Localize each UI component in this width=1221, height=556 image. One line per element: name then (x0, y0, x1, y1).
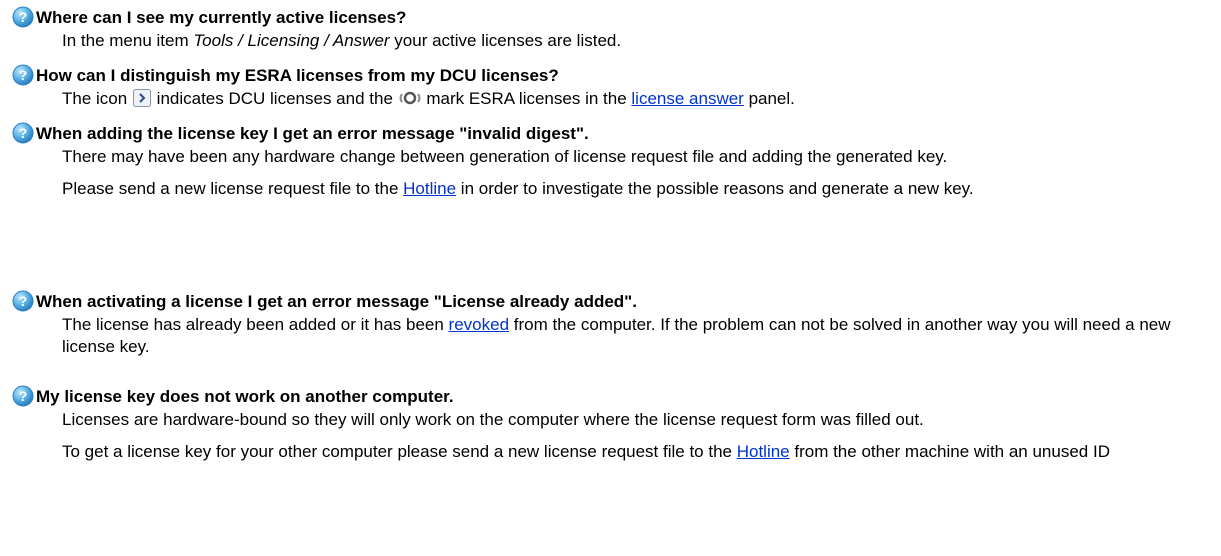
svg-text:?: ? (19, 388, 28, 404)
dcu-license-icon (132, 89, 151, 107)
svg-text:?: ? (19, 67, 28, 83)
help-question-icon: ? (12, 6, 34, 28)
question-row: ? My license key does not work on anothe… (0, 385, 1221, 409)
help-question-icon: ? (12, 290, 34, 312)
faq-item: ? How can I distinguish my ESRA licenses… (0, 64, 1221, 110)
answer-text: The icon indicates DCU licenses and the … (62, 89, 795, 108)
help-question-icon: ? (12, 64, 34, 86)
answer-text: Please send a new license request file t… (62, 179, 974, 198)
question-row: ? How can I distinguish my ESRA licenses… (0, 64, 1221, 88)
menu-path: Tools / Licensing / Answer (193, 31, 390, 50)
faq-item: ? When adding the license key I get an e… (0, 122, 1221, 200)
question-text: When adding the license key I get an err… (36, 124, 589, 143)
question-text: My license key does not work on another … (36, 387, 454, 406)
answer-text: In the menu item Tools / Licensing / Ans… (62, 31, 622, 50)
question-row: ? When adding the license key I get an e… (0, 122, 1221, 146)
svg-text:?: ? (19, 293, 28, 309)
faq-item: ? My license key does not work on anothe… (0, 385, 1221, 463)
question-row: ? Where can I see my currently active li… (0, 6, 1221, 30)
faq-item: ? When activating a license I get an err… (0, 290, 1221, 358)
help-question-icon: ? (12, 122, 34, 144)
question-row: ? When activating a license I get an err… (0, 290, 1221, 314)
answer-text: To get a license key for your other comp… (62, 442, 1110, 461)
answer-text: The license has already been added or it… (62, 315, 1171, 356)
revoked-link[interactable]: revoked (449, 315, 509, 334)
svg-text:?: ? (19, 9, 28, 25)
faq-item: ? Where can I see my currently active li… (0, 6, 1221, 52)
hotline-link[interactable]: Hotline (403, 179, 456, 198)
svg-text:?: ? (19, 125, 28, 141)
answer-text: Licenses are hardware-bound so they will… (62, 410, 924, 429)
question-text: When activating a license I get an error… (36, 292, 637, 311)
question-text: Where can I see my currently active lice… (36, 8, 407, 27)
help-question-icon: ? (12, 385, 34, 407)
license-answer-link[interactable]: license answer (631, 89, 743, 108)
esra-license-icon (399, 91, 421, 105)
answer-text: There may have been any hardware change … (62, 147, 948, 166)
question-text: How can I distinguish my ESRA licenses f… (36, 66, 559, 85)
hotline-link[interactable]: Hotline (737, 442, 790, 461)
